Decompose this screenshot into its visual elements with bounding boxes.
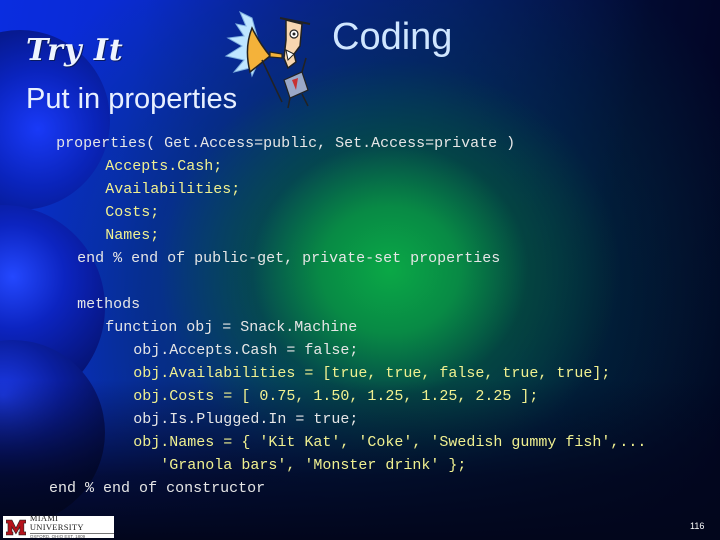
code-line: Accepts.Cash;: [105, 158, 223, 175]
code-line: end % end of constructor: [49, 480, 266, 497]
code-line: end % end of public-get, private-set pro…: [77, 250, 501, 267]
code-line: 'Granola bars', 'Monster drink' };: [133, 457, 467, 474]
logo-name: MIAMI UNIVERSITY: [29, 513, 84, 532]
code-line: Availabilities;: [105, 181, 241, 198]
slide-title: Coding: [332, 16, 453, 58]
slide-subtitle: Put in properties: [26, 83, 238, 115]
code-line: Names;: [105, 227, 160, 244]
page-number: 116: [690, 521, 705, 531]
code-line: function obj = Snack.Machine: [105, 319, 358, 336]
code-block: properties( Get.Access=public, Set.Acces…: [0, 132, 646, 500]
code-line: methods: [77, 296, 141, 313]
code-line: Costs;: [105, 204, 160, 221]
code-line: obj.Costs = [ 0.75, 1.50, 1.25, 1.25, 2.…: [133, 388, 539, 405]
miami-university-logo: MIAMI UNIVERSITY OXFORD, OHIO EST. 1809: [3, 513, 114, 540]
code-line: properties( Get.Access=public, Set.Acces…: [56, 135, 516, 152]
miami-m-icon: [6, 519, 26, 536]
logo-location: OXFORD, OHIO EST. 1809: [29, 533, 114, 540]
code-line: obj.Availabilities = [true, true, false,…: [133, 365, 611, 382]
section-label: Try It: [26, 33, 124, 68]
code-line: obj.Accepts.Cash = false;: [133, 342, 359, 359]
code-line: obj.Names = { 'Kit Kat', 'Coke', 'Swedis…: [133, 434, 647, 451]
code-line: obj.Is.Plugged.In = true;: [133, 411, 359, 428]
